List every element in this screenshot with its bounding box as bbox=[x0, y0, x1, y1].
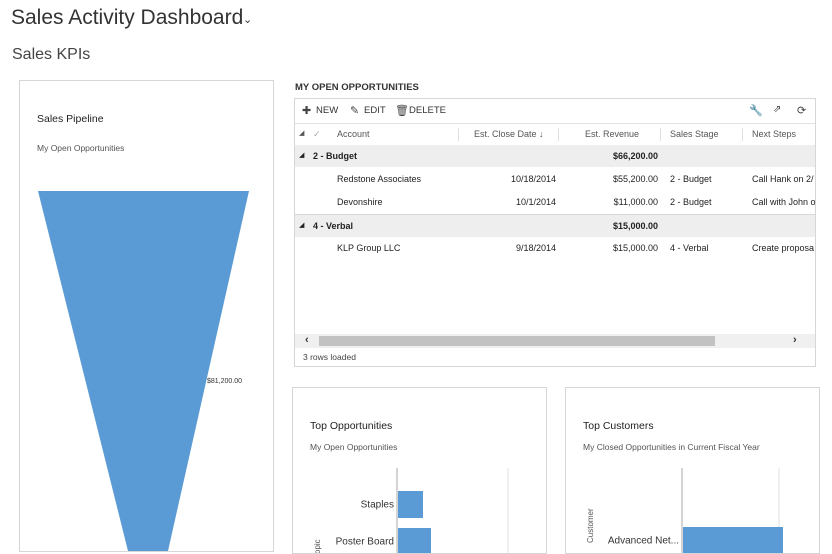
opportunities-grid: ✚ NEW ✎ EDIT 🗑 DELETE 🔧 ⇗ ⟳ ◢ ✓ Account … bbox=[294, 98, 816, 367]
group-label: 4 - Verbal bbox=[313, 221, 354, 231]
bar[interactable] bbox=[398, 491, 423, 518]
column-header-close-date[interactable]: Est. Close Date bbox=[474, 129, 537, 139]
dashboard-title[interactable]: Sales Activity Dashboard bbox=[11, 6, 243, 30]
funnel-value-label: $81,200.00 bbox=[207, 378, 242, 385]
top-opportunities-panel: Top Opportunities My Open Opportunities … bbox=[292, 387, 547, 554]
sales-pipeline-panel: Sales Pipeline My Open Opportunities $81… bbox=[19, 80, 274, 552]
cell-next-steps: Create proposa bbox=[752, 243, 815, 253]
pop-out-icon[interactable]: ⇗ bbox=[773, 104, 781, 115]
group-total: $15,000.00 bbox=[612, 221, 658, 231]
select-all-checkbox[interactable]: ✓ bbox=[313, 129, 321, 140]
cell-account[interactable]: Redstone Associates bbox=[337, 174, 421, 184]
bar[interactable] bbox=[398, 528, 431, 553]
cell-next-steps: Call with John o bbox=[752, 197, 816, 207]
trash-icon[interactable]: 🗑 bbox=[395, 104, 409, 117]
wrench-icon[interactable]: 🔧 bbox=[749, 104, 763, 117]
group-row[interactable]: ◢ 2 - Budget $66,200.00 bbox=[295, 145, 815, 167]
cell-stage: 2 - Budget bbox=[670, 174, 712, 184]
table-row[interactable]: KLP Group LLC 9/18/2014 $15,000.00 4 - V… bbox=[295, 237, 815, 260]
y-axis-title: Customer bbox=[586, 508, 595, 543]
group-collapse-icon[interactable]: ◢ bbox=[299, 151, 304, 159]
cell-account[interactable]: Devonshire bbox=[337, 197, 383, 207]
scroll-right-icon[interactable]: › bbox=[793, 334, 797, 346]
column-header-next-steps[interactable]: Next Steps bbox=[752, 129, 796, 139]
cell-account[interactable]: KLP Group LLC bbox=[337, 243, 400, 253]
section-title: Sales KPIs bbox=[12, 46, 91, 63]
cell-close-date: 9/18/2014 bbox=[515, 243, 556, 253]
funnel-chart[interactable]: $81,200.00 bbox=[20, 81, 273, 551]
table-row[interactable]: Devonshire 10/1/2014 $11,000.00 2 - Budg… bbox=[295, 191, 815, 214]
new-button[interactable]: NEW bbox=[316, 105, 338, 116]
cell-revenue: $11,000.00 bbox=[613, 197, 658, 207]
refresh-icon[interactable]: ⟳ bbox=[797, 104, 806, 117]
grid-title: MY OPEN OPPORTUNITIES bbox=[295, 82, 419, 93]
plus-icon[interactable]: ✚ bbox=[302, 104, 311, 117]
top-customers-chart[interactable]: Customer Advanced Net... bbox=[566, 388, 819, 553]
cell-stage: 4 - Verbal bbox=[670, 243, 709, 253]
chevron-down-icon[interactable]: ⌄ bbox=[243, 13, 252, 26]
group-collapse-icon[interactable]: ◢ bbox=[299, 221, 304, 229]
cell-stage: 2 - Budget bbox=[670, 197, 712, 207]
scrollbar-thumb[interactable] bbox=[319, 336, 715, 346]
edit-button[interactable]: EDIT bbox=[364, 105, 386, 116]
funnel-segment bbox=[38, 191, 249, 551]
cell-close-date: 10/1/2014 bbox=[515, 197, 556, 207]
group-label: 2 - Budget bbox=[313, 151, 357, 161]
cell-revenue: $55,200.00 bbox=[612, 174, 658, 184]
cell-close-date: 10/18/2014 bbox=[510, 174, 556, 184]
column-header-revenue[interactable]: Est. Revenue bbox=[585, 129, 639, 139]
column-header-account[interactable]: Account bbox=[337, 129, 370, 139]
group-total: $66,200.00 bbox=[612, 151, 658, 161]
top-customers-panel: Top Customers My Closed Opportunities in… bbox=[565, 387, 820, 554]
pencil-icon[interactable]: ✎ bbox=[350, 104, 359, 117]
cell-revenue: $15,000.00 bbox=[612, 243, 658, 253]
y-axis-title: Topic bbox=[313, 539, 322, 553]
group-row[interactable]: ◢ 4 - Verbal $15,000.00 bbox=[295, 214, 815, 237]
scroll-left-icon[interactable]: ‹ bbox=[305, 334, 309, 346]
sort-descending-icon[interactable]: ↓ bbox=[539, 129, 544, 139]
collapse-all-icon[interactable]: ◢ bbox=[299, 129, 304, 137]
table-row[interactable]: Redstone Associates 10/18/2014 $55,200.0… bbox=[295, 168, 815, 191]
category-label: Staples bbox=[361, 500, 394, 511]
horizontal-scrollbar[interactable]: ‹ › bbox=[295, 334, 815, 348]
grid-header: ◢ ✓ Account Est. Close Date ↓ Est. Reven… bbox=[295, 123, 815, 146]
column-header-stage[interactable]: Sales Stage bbox=[670, 129, 719, 139]
cell-next-steps: Call Hank on 2/ bbox=[752, 174, 814, 184]
delete-button[interactable]: DELETE bbox=[409, 105, 446, 116]
rows-loaded-status: 3 rows loaded bbox=[303, 352, 356, 362]
bar[interactable] bbox=[683, 527, 783, 553]
category-label: Poster Board bbox=[336, 537, 394, 548]
top-opportunities-chart[interactable]: Topic Staples Poster Board bbox=[293, 388, 546, 553]
